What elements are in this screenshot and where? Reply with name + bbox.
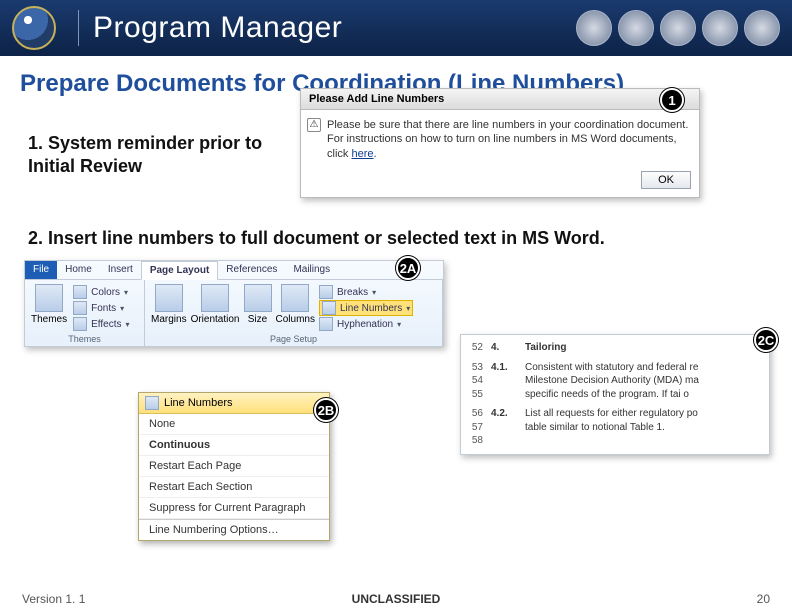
ribbon-body: Themes Colors▾ Fonts▾ Effects▾ Themes Ma… <box>25 280 443 346</box>
chevron-down-icon: ▾ <box>120 304 124 313</box>
ribbon-tab-file[interactable]: File <box>25 261 57 279</box>
dialog-body-post: . <box>373 148 376 160</box>
dialog-body-text: Please be sure that there are line numbe… <box>327 119 688 160</box>
word-ribbon: File Home Insert Page Layout References … <box>24 260 444 347</box>
fonts-icon <box>73 301 87 315</box>
chevron-down-icon: ▾ <box>126 320 130 329</box>
branch-seal-icon <box>576 10 612 46</box>
sample-row: 58 <box>465 434 763 448</box>
themes-icon[interactable] <box>35 284 63 312</box>
ribbon-tab-mailings[interactable]: Mailings <box>285 261 338 279</box>
step-1-text: 1. System reminder prior to Initial Revi… <box>28 132 268 177</box>
ribbon-tab-home[interactable]: Home <box>57 261 100 279</box>
ribbon-group-page-setup: Margins Orientation Size Columns Breaks▾… <box>145 280 443 346</box>
themes-label: Themes <box>31 314 67 325</box>
line-numbers-dialog: Please Add Line Numbers ⚠ Please be sure… <box>300 88 700 198</box>
sample-row: 57table similar to notional Table 1. <box>465 421 763 435</box>
line-numbers-button[interactable]: Line Numbers▾ <box>319 300 413 316</box>
dialog-body: ⚠ Please be sure that there are line num… <box>301 110 699 167</box>
effects-icon <box>73 317 87 331</box>
dropdown-item-suppress[interactable]: Suppress for Current Paragraph <box>139 498 329 519</box>
footer-version: Version 1. 1 <box>22 592 85 606</box>
group-label-themes: Themes <box>31 334 138 344</box>
sample-row: 564.2.List all requests for either regul… <box>465 407 763 421</box>
chevron-down-icon: ▾ <box>124 288 128 297</box>
dropdown-item-options[interactable]: Line Numbering Options… <box>139 519 329 540</box>
columns-icon[interactable] <box>281 284 309 312</box>
line-numbers-dropdown: Line Numbers▾ None Continuous Restart Ea… <box>138 392 330 541</box>
ribbon-tabs: File Home Insert Page Layout References … <box>25 261 443 280</box>
chevron-down-icon: ▾ <box>397 320 401 329</box>
branch-seal-icon <box>744 10 780 46</box>
sample-row: 55specific needs of the program. If tai … <box>465 388 763 402</box>
branch-seals <box>576 10 780 46</box>
dropdown-item-none[interactable]: None <box>139 414 329 435</box>
ribbon-tab-insert[interactable]: Insert <box>100 261 141 279</box>
dropdown-header[interactable]: Line Numbers▾ <box>139 393 329 414</box>
slide-content: Prepare Documents for Coordination (Line… <box>0 56 792 586</box>
dod-seal-icon <box>12 6 56 50</box>
size-icon[interactable] <box>244 284 272 312</box>
sample-row: 534.1.Consistent with statutory and fede… <box>465 361 763 375</box>
header-title: Program Manager <box>93 11 342 45</box>
orientation-icon[interactable] <box>201 284 229 312</box>
branch-seal-icon <box>702 10 738 46</box>
dropdown-item-restart-section[interactable]: Restart Each Section <box>139 477 329 498</box>
ribbon-group-themes: Themes Colors▾ Fonts▾ Effects▾ Themes <box>25 280 145 346</box>
ribbon-tab-references[interactable]: References <box>218 261 285 279</box>
colors-icon <box>73 285 87 299</box>
chevron-down-icon: ▾ <box>406 304 410 313</box>
dropdown-item-continuous[interactable]: Continuous <box>139 435 329 456</box>
dialog-title: Please Add Line Numbers <box>301 89 699 110</box>
callout-badge-1: 1 <box>660 88 684 112</box>
header-divider <box>78 10 79 46</box>
chevron-down-icon: ▾ <box>372 288 376 297</box>
warning-icon: ⚠ <box>307 118 321 132</box>
fonts-button[interactable]: Fonts▾ <box>73 300 129 316</box>
branch-seal-icon <box>618 10 654 46</box>
breaks-button[interactable]: Breaks▾ <box>319 284 413 300</box>
hyphenation-icon <box>319 317 333 331</box>
footer-page-number: 20 <box>757 592 770 606</box>
footer-classification: UNCLASSIFIED <box>352 592 441 606</box>
dialog-here-link[interactable]: here <box>351 148 373 160</box>
header-bar: Program Manager <box>0 0 792 56</box>
dropdown-item-restart-page[interactable]: Restart Each Page <box>139 456 329 477</box>
group-label-page-setup: Page Setup <box>151 334 436 344</box>
effects-button[interactable]: Effects▾ <box>73 316 129 332</box>
sample-row: 54Milestone Decision Authority (MDA) ma <box>465 374 763 388</box>
line-numbered-sample: 524.Tailoring 534.1.Consistent with stat… <box>460 334 770 455</box>
dialog-footer: OK <box>301 167 699 197</box>
ribbon-tab-page-layout[interactable]: Page Layout <box>141 261 218 280</box>
breaks-icon <box>319 285 333 299</box>
step-2-text: 2. Insert line numbers to full document … <box>28 228 748 249</box>
line-numbers-icon <box>322 301 336 315</box>
branch-seal-icon <box>660 10 696 46</box>
colors-button[interactable]: Colors▾ <box>73 284 129 300</box>
margins-icon[interactable] <box>155 284 183 312</box>
callout-badge-2a: 2A <box>396 256 420 280</box>
slide-footer: Version 1. 1 UNCLASSIFIED 20 <box>0 586 792 612</box>
hyphenation-button[interactable]: Hyphenation▾ <box>319 316 413 332</box>
ok-button[interactable]: OK <box>641 171 691 189</box>
sample-row: 524.Tailoring <box>465 341 763 355</box>
callout-badge-2b: 2B <box>314 398 338 422</box>
callout-badge-2c: 2C <box>754 328 778 352</box>
line-numbers-icon <box>145 396 159 410</box>
